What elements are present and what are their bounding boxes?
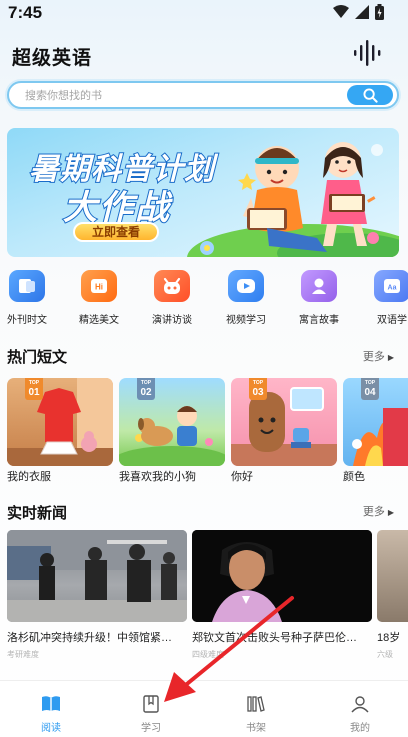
wifi-icon [333, 5, 349, 18]
app-title: 超级英语 [12, 48, 93, 69]
magazine-icon [9, 270, 45, 302]
category-label: 精选美文 [79, 315, 119, 326]
tennis-player-photo [192, 530, 372, 622]
promo-banner[interactable]: 暑期科普计划 大作战 立即查看 [7, 128, 399, 257]
news-thumbnail [7, 530, 187, 622]
story-title: 我的衣服 [7, 471, 51, 483]
rank-badge: TOP 02 [137, 378, 155, 400]
bottom-nav: 阅读 学习 书架 我的 [0, 680, 408, 737]
news-card[interactable]: 18岁 六级 [377, 530, 408, 660]
bookmark-icon [143, 695, 159, 713]
story-title: 你好 [231, 471, 253, 483]
bookshelf-icon [247, 696, 265, 712]
nav-tab-profile[interactable]: 我的 [309, 681, 408, 737]
nav-label: 学习 [141, 723, 161, 734]
clothes-illustration [7, 378, 113, 466]
category-video[interactable]: 视频学习 [216, 270, 276, 326]
rank-badge: TOP 03 [249, 378, 267, 400]
news-title: 洛杉矶冲突持续升级！中领馆紧… [7, 632, 172, 644]
category-label: 外刊时文 [7, 315, 47, 326]
category-magazine[interactable]: 外刊时文 [0, 270, 57, 326]
search-input[interactable] [25, 87, 335, 105]
profile-icon [351, 696, 369, 713]
category-fables[interactable]: 寓言故事 [289, 270, 349, 326]
hot-stories-list: TOP 01 我的衣服 TOP 02 我喜欢我的小狗 TOP 03 你好 TOP… [0, 378, 408, 488]
news-difficulty: 六级 [377, 650, 393, 659]
story-card[interactable]: TOP 03 你好 [231, 378, 337, 484]
search-icon [362, 87, 378, 103]
rank-badge: TOP 04 [361, 378, 379, 400]
battery-icon [375, 4, 384, 20]
category-essays[interactable]: Hi 精选美文 [69, 270, 129, 326]
news-card[interactable]: 洛杉矶冲突持续升级！中领馆紧… 考研难度 [7, 530, 187, 660]
rank-number: 03 [252, 387, 264, 398]
nav-label: 阅读 [41, 723, 61, 734]
news-more-button[interactable]: 更多 ▶ [363, 503, 394, 519]
story-title: 颜色 [343, 471, 365, 483]
story-thumbnail: TOP 02 [119, 378, 225, 466]
story-card[interactable]: TOP 01 我的衣服 [7, 378, 113, 484]
rank-badge: TOP 01 [25, 378, 43, 400]
news-difficulty: 四级难度 [192, 650, 224, 659]
story-title: 我喜欢我的小狗 [119, 471, 196, 483]
hot-stories-more-button[interactable]: 更多 ▶ [363, 348, 394, 364]
nav-tab-bookshelf[interactable]: 书架 [205, 681, 307, 737]
story-thumbnail: TOP 04 [343, 378, 408, 466]
chevron-right-icon: ▶ [387, 353, 394, 362]
rank-label: TOP [28, 380, 40, 386]
category-label: 视频学习 [226, 315, 266, 326]
banner-cta-button[interactable]: 立即查看 [73, 222, 159, 242]
category-label: 演讲访谈 [152, 315, 192, 326]
story-card[interactable]: TOP 04 颜色 [343, 378, 408, 484]
more-label: 更多 [362, 506, 385, 518]
news-title: 实时新闻 [7, 505, 68, 522]
category-label: 双语学 [377, 315, 407, 326]
category-bilingual[interactable]: Aa 双语学 [362, 270, 408, 326]
news-card[interactable]: 郑钦文首次击败头号种子萨巴伦… 四级难度 [192, 530, 372, 660]
rank-label: TOP [364, 380, 376, 386]
category-label: 寓言故事 [299, 315, 339, 326]
chevron-right-icon: ▶ [387, 508, 394, 517]
story-thumbnail: TOP 01 [7, 378, 113, 466]
status-bar: 7:45 [0, 0, 408, 26]
status-time: 7:45 [8, 3, 43, 22]
category-speeches[interactable]: 演讲访谈 [142, 270, 202, 326]
door-illustration [231, 387, 337, 466]
protest-photo [7, 530, 187, 622]
voice-wave-icon[interactable] [352, 40, 382, 66]
news-title: 18岁 [377, 632, 401, 644]
character-icon [301, 270, 337, 302]
nav-label: 书架 [246, 723, 266, 734]
rank-number: 04 [364, 387, 376, 398]
dog-illustration [119, 406, 225, 466]
bilingual-icon: Aa [374, 270, 408, 302]
signal-icon [355, 5, 369, 19]
svg-text:Aa: Aa [388, 285, 397, 292]
rank-number: 02 [140, 387, 152, 398]
nav-label: 我的 [350, 723, 370, 734]
hifi-icon: Hi [81, 270, 117, 302]
story-thumbnail: TOP 03 [231, 378, 337, 466]
mascot-icon [154, 270, 190, 302]
svg-text:Hi: Hi [95, 283, 103, 292]
news-difficulty: 考研难度 [7, 650, 39, 659]
hot-stories-title: 热门短文 [7, 349, 68, 366]
search-button[interactable] [347, 85, 393, 105]
news-thumbnail [377, 530, 408, 622]
category-row: 外刊时文 Hi 精选美文 演讲访谈 视频学习 寓言故事 Aa 双语学 [0, 270, 408, 326]
search-bar [7, 81, 399, 109]
video-icon [228, 270, 264, 302]
nav-tab-study[interactable]: 学习 [100, 681, 202, 737]
news-title: 郑钦文首次击败头号种子萨巴伦… [192, 632, 357, 644]
story-card[interactable]: TOP 02 我喜欢我的小狗 [119, 378, 225, 484]
nav-tab-read[interactable]: 阅读 [0, 681, 102, 737]
news-list: 洛杉矶冲突持续升级！中领馆紧… 考研难度 郑钦文首次击败头号种子萨巴伦… 四级难… [0, 530, 408, 660]
more-label: 更多 [362, 351, 385, 363]
rank-label: TOP [140, 380, 152, 386]
rank-label: TOP [252, 380, 264, 386]
rank-number: 01 [28, 387, 40, 398]
book-open-icon [42, 696, 60, 711]
status-icons [333, 4, 384, 20]
news-thumbnail [192, 530, 372, 622]
